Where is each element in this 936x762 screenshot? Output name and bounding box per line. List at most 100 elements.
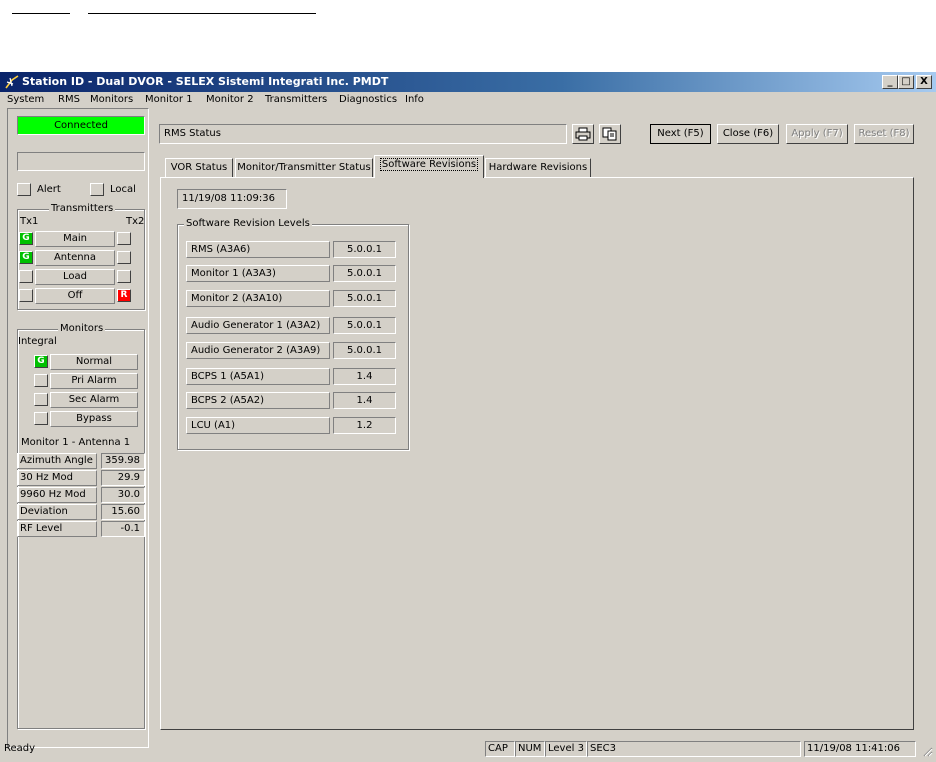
minimize-button[interactable]: _ [882, 75, 898, 89]
tab-monitor-transmitter-status[interactable]: Monitor/Transmitter Status [235, 158, 373, 178]
normal-indicator: G [34, 355, 48, 368]
antenna-tx1-indicator: G [19, 251, 33, 264]
revision-timestamp: 11/19/08 11:09:36 [177, 189, 287, 209]
tab-vor-status[interactable]: VOR Status [165, 158, 233, 178]
software-component-label: Audio Generator 2 (A3A9) [186, 342, 330, 359]
resize-grip-icon[interactable] [921, 745, 933, 757]
printer-icon [575, 127, 591, 141]
software-row: Monitor 1 (A3A3) 5.0.0.1 [186, 265, 396, 282]
tab-label: Monitor/Transmitter Status [237, 162, 371, 173]
tx1-label: Tx1 [20, 216, 39, 227]
measurement-row: 9960 Hz Mod 30.0 [17, 487, 145, 503]
copy-button[interactable] [599, 124, 621, 144]
software-version-value: 1.2 [333, 417, 396, 434]
azimuth-angle-value: 359.98 [101, 453, 145, 469]
main-tx2-indicator [117, 232, 131, 245]
sec-alarm-label: Sec Alarm [50, 392, 138, 408]
menu-rms[interactable]: RMS [58, 94, 80, 105]
main-label: Main [35, 231, 115, 247]
copy-icon [602, 127, 617, 141]
load-tx2-indicator [117, 270, 131, 283]
load-tx1-indicator [19, 270, 33, 283]
off-tx2-indicator: R [117, 289, 131, 302]
software-row: LCU (A1) 1.2 [186, 417, 396, 434]
software-component-label: BCPS 1 (A5A1) [186, 368, 330, 385]
antenna-label: Antenna [35, 250, 115, 266]
tab-label: VOR Status [170, 162, 228, 173]
tx2-label: Tx2 [126, 216, 145, 227]
software-row: BCPS 1 (A5A1) 1.4 [186, 368, 396, 385]
rf-level-value: -0.1 [101, 521, 145, 537]
normal-label: Normal [50, 354, 138, 370]
software-version-value: 5.0.0.1 [333, 265, 396, 282]
software-row: BCPS 2 (A5A2) 1.4 [186, 392, 396, 409]
status-datetime: 11/19/08 11:41:06 [804, 741, 916, 757]
off-tx1-indicator [19, 289, 33, 302]
menu-info[interactable]: Info [405, 94, 424, 105]
software-row: Audio Generator 2 (A3A9) 5.0.0.1 [186, 342, 396, 359]
maximize-button[interactable]: □ [898, 75, 914, 89]
30hz-mod-value: 29.9 [101, 470, 145, 486]
9960hz-mod-value: 30.0 [101, 487, 145, 503]
menu-monitors[interactable]: Monitors [90, 94, 133, 105]
software-component-label: LCU (A1) [186, 417, 330, 434]
menu-monitor-2[interactable]: Monitor 2 [206, 94, 254, 105]
menu-monitor-1[interactable]: Monitor 1 [145, 94, 193, 105]
tab-label: Software Revisions [379, 158, 479, 171]
alert-indicator [17, 183, 31, 196]
pri-alarm-label: Pri Alarm [50, 373, 138, 389]
status-message-box [17, 152, 145, 171]
access-level-indicator: Level 3 [545, 741, 587, 757]
apply-button[interactable]: Apply (F7) [786, 124, 848, 144]
alert-label: Alert [37, 184, 61, 195]
software-row: Monitor 2 (A3A10) 5.0.0.1 [186, 290, 396, 307]
bypass-indicator [34, 412, 48, 425]
load-label: Load [35, 269, 115, 285]
pri-alarm-indicator [34, 374, 48, 387]
local-indicator [90, 183, 104, 196]
bypass-label: Bypass [50, 411, 138, 427]
print-button[interactable] [572, 124, 594, 144]
local-label: Local [110, 184, 136, 195]
title-bar: Station ID - Dual DVOR - SELEX Sistemi I… [0, 72, 936, 92]
next-button[interactable]: Next (F5) [650, 124, 711, 144]
measurement-title: Monitor 1 - Antenna 1 [21, 437, 131, 448]
connection-status: Connected [17, 116, 145, 135]
integral-label: Integral [18, 336, 57, 347]
decorative-line [12, 13, 70, 14]
close-button[interactable]: X [916, 75, 932, 89]
app-icon [5, 75, 19, 89]
num-lock-indicator: NUM [515, 741, 545, 757]
measurement-row: 30 Hz Mod 29.9 [17, 470, 145, 486]
software-row: Audio Generator 1 (A3A2) 5.0.0.1 [186, 317, 396, 334]
sec-alarm-indicator [34, 393, 48, 406]
software-component-label: Monitor 1 (A3A3) [186, 265, 330, 282]
monitors-title: Monitors [58, 323, 106, 334]
software-version-value: 5.0.0.1 [333, 241, 396, 258]
off-label: Off [35, 288, 115, 304]
measurement-row: RF Level -0.1 [17, 521, 145, 537]
9960hz-mod-label: 9960 Hz Mod [17, 487, 97, 503]
main-tx1-indicator: G [19, 232, 33, 245]
software-row: RMS (A3A6) 5.0.0.1 [186, 241, 396, 258]
antenna-tx2-indicator [117, 251, 131, 264]
status-ready-text: Ready [4, 743, 36, 754]
tab-hardware-revisions[interactable]: Hardware Revisions [485, 158, 591, 178]
software-version-value: 1.4 [333, 392, 396, 409]
software-component-label: Audio Generator 1 (A3A2) [186, 317, 330, 334]
menu-diagnostics[interactable]: Diagnostics [339, 94, 397, 105]
menu-transmitters[interactable]: Transmitters [265, 94, 327, 105]
status-bar: Ready CAP NUM Level 3 SEC3 11/19/08 11:4… [0, 738, 936, 760]
software-version-value: 1.4 [333, 368, 396, 385]
reset-button[interactable]: Reset (F8) [854, 124, 914, 144]
window-title: Station ID - Dual DVOR - SELEX Sistemi I… [22, 75, 389, 88]
deviation-value: 15.60 [101, 504, 145, 520]
measurement-row: Azimuth Angle 359.98 [17, 453, 145, 469]
close-dialog-button[interactable]: Close (F6) [717, 124, 779, 144]
tab-software-revisions[interactable]: Software Revisions [374, 155, 484, 178]
security-indicator: SEC3 [587, 741, 801, 757]
caps-lock-indicator: CAP [485, 741, 515, 757]
decorative-line [88, 13, 316, 14]
rf-level-label: RF Level [17, 521, 97, 537]
menu-system[interactable]: System [7, 94, 44, 105]
